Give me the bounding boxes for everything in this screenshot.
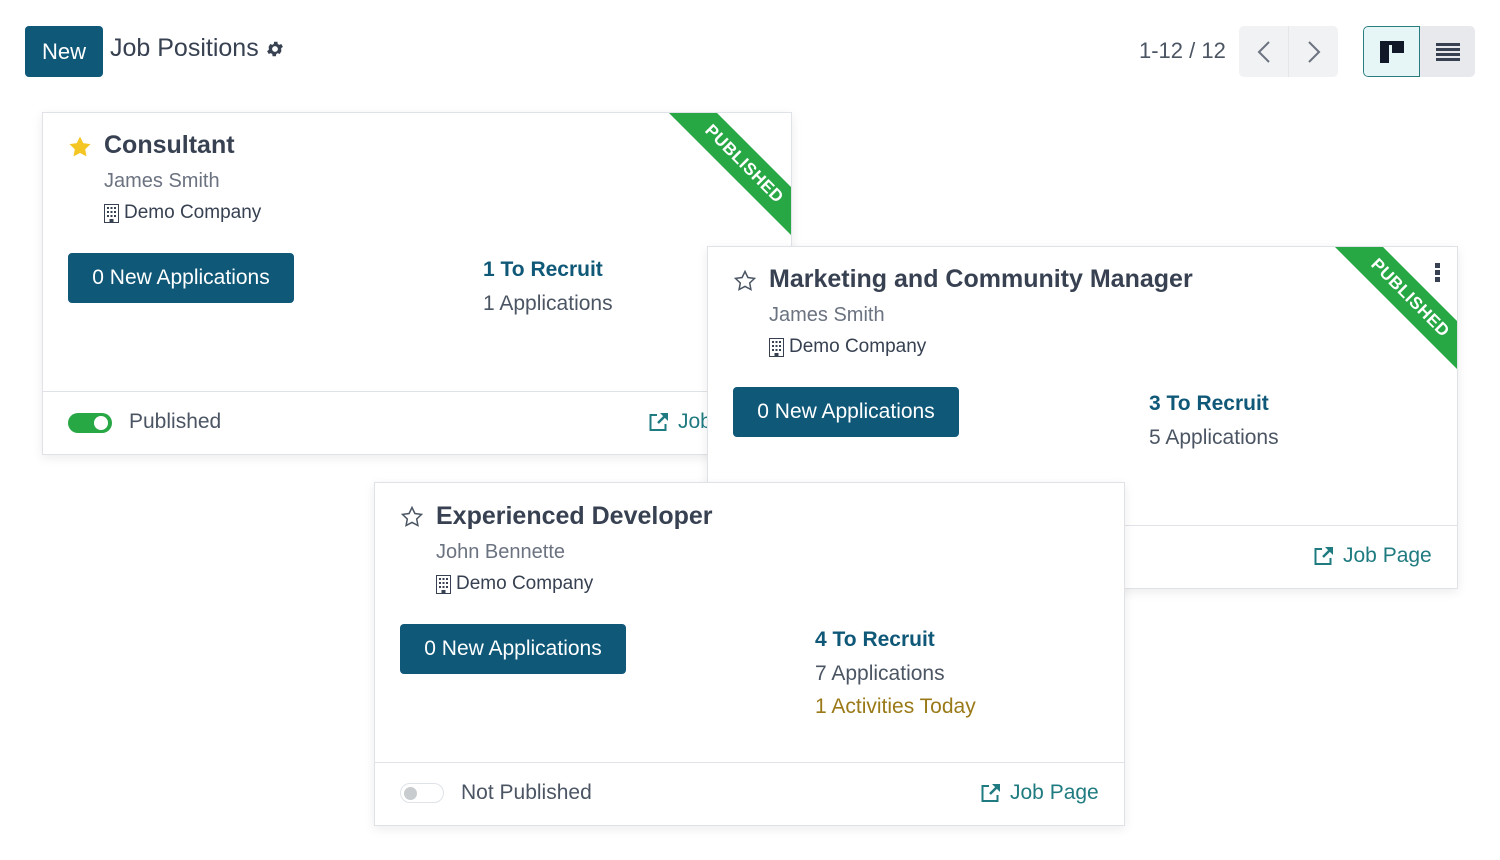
building-icon: [769, 337, 784, 357]
pager-controls: [1239, 26, 1338, 77]
star-outline-icon[interactable]: [733, 269, 757, 293]
card-footer: Published Job Page: [43, 391, 791, 454]
company-name: Demo Company: [789, 336, 927, 357]
pager-previous-button[interactable]: [1239, 26, 1288, 77]
new-applications-button[interactable]: 0 New Applications: [733, 387, 959, 437]
applications-link[interactable]: 5 Applications: [1149, 426, 1279, 450]
pager-value[interactable]: 1-12 / 12: [1139, 38, 1226, 64]
job-manager: James Smith: [769, 304, 885, 326]
job-title[interactable]: Consultant: [104, 131, 235, 160]
view-switcher: [1363, 26, 1475, 77]
to-recruit-link[interactable]: 4 To Recruit: [815, 628, 935, 652]
list-icon: [1435, 42, 1460, 61]
kanban-icon: [1379, 40, 1404, 63]
card-footer: Not Published Job Page: [375, 762, 1124, 825]
company-name: Demo Company: [124, 202, 262, 223]
external-link-icon: [1314, 547, 1333, 565]
new-applications-button[interactable]: 0 New Applications: [400, 624, 626, 674]
breadcrumb: Job Positions: [110, 34, 285, 63]
job-page-link[interactable]: Job Page: [980, 781, 1099, 805]
job-manager: James Smith: [104, 170, 220, 192]
job-title[interactable]: Marketing and Community Manager: [769, 265, 1193, 294]
job-page-link[interactable]: Job Page: [1313, 544, 1432, 568]
job-manager: John Bennette: [436, 541, 565, 563]
external-link-icon: [649, 413, 668, 431]
published-ribbon: PUBLISHED: [656, 113, 791, 248]
page-title: Job Positions: [110, 34, 259, 62]
to-recruit-link[interactable]: 1 To Recruit: [483, 258, 603, 282]
chevron-right-icon: [1307, 40, 1320, 63]
building-icon: [436, 574, 451, 594]
publish-toggle[interactable]: [400, 783, 444, 803]
job-company: Demo Company: [104, 202, 261, 224]
new-applications-button[interactable]: 0 New Applications: [68, 253, 294, 303]
star-outline-icon[interactable]: [400, 505, 424, 529]
publish-status: Not Published: [461, 781, 592, 804]
publish-toggle[interactable]: [68, 413, 112, 433]
applications-link[interactable]: 7 Applications: [815, 662, 945, 686]
job-company: Demo Company: [769, 336, 926, 358]
applications-link[interactable]: 1 Applications: [483, 292, 613, 316]
to-recruit-link[interactable]: 3 To Recruit: [1149, 392, 1269, 416]
gear-icon[interactable]: [265, 39, 285, 59]
company-name: Demo Company: [456, 573, 594, 594]
external-link-icon: [981, 784, 1000, 802]
kebab-menu-icon[interactable]: [1435, 263, 1441, 283]
job-card-experienced-developer[interactable]: Experienced Developer John Bennette Demo…: [374, 482, 1125, 826]
activities-today-link[interactable]: 1 Activities Today: [815, 695, 976, 719]
publish-status: Published: [129, 410, 222, 433]
star-filled-icon[interactable]: [68, 135, 92, 159]
job-company: Demo Company: [436, 573, 593, 595]
pager-next-button[interactable]: [1288, 26, 1338, 77]
kanban-view-button[interactable]: [1363, 26, 1420, 77]
job-card-consultant[interactable]: Consultant James Smith Demo Company 0 Ne…: [42, 112, 792, 455]
chevron-left-icon: [1257, 40, 1270, 63]
list-view-button[interactable]: [1420, 26, 1475, 77]
new-button[interactable]: New: [25, 26, 103, 77]
job-title[interactable]: Experienced Developer: [436, 502, 713, 531]
building-icon: [104, 203, 119, 223]
